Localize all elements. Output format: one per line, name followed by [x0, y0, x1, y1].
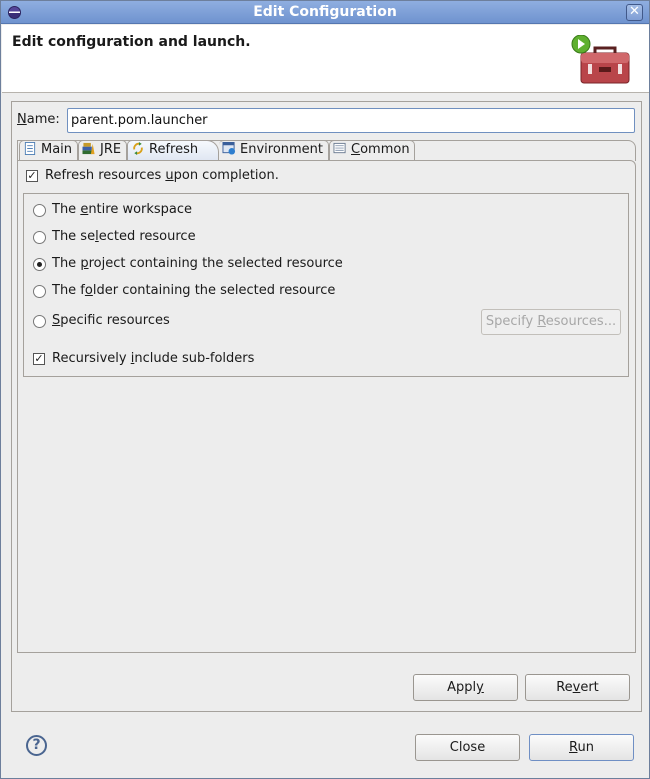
radio-folder-containing-resource[interactable]	[33, 285, 46, 298]
window-title: Edit Configuration	[253, 4, 397, 20]
label-folder-containing-resource[interactable]: The folder containing the selected resou…	[52, 283, 335, 298]
refresh-icon	[133, 142, 143, 155]
dialog-header: Edit configuration and launch.	[2, 25, 649, 93]
edit-configuration-dialog: Edit Configuration ✕ Edit configuration …	[0, 0, 650, 779]
name-input[interactable]	[67, 108, 635, 133]
tab-refresh[interactable]: Refresh	[127, 140, 219, 161]
apply-button[interactable]: Apply	[413, 674, 518, 701]
radio-selected-resource[interactable]	[33, 231, 46, 244]
label-selected-resource[interactable]: The selected resource	[52, 229, 196, 244]
radio-specific-resources[interactable]	[33, 315, 46, 328]
jre-library-icon	[82, 142, 95, 155]
recursive-checkbox[interactable]: ✓	[33, 353, 45, 365]
toolbox-run-icon	[571, 35, 630, 84]
close-button[interactable]: Close	[415, 734, 520, 761]
radio-project-containing-resource[interactable]	[33, 258, 46, 271]
tab-main[interactable]: Main	[19, 140, 78, 160]
refresh-on-completion-label[interactable]: Refresh resources upon completion.	[45, 168, 279, 183]
specify-resources-button[interactable]: Specify Resources...	[481, 309, 621, 335]
main-tab-icon	[24, 142, 36, 155]
recursive-label[interactable]: Recursively include sub-folders	[52, 351, 254, 366]
run-button[interactable]: Run	[529, 734, 634, 761]
common-tab-icon	[333, 142, 346, 154]
help-button[interactable]: ?	[26, 735, 47, 756]
revert-button[interactable]: Revert	[525, 674, 630, 701]
tab-common[interactable]: Common	[329, 140, 415, 160]
label-project-containing-resource[interactable]: The project containing the selected reso…	[52, 256, 343, 271]
help-icon: ?	[32, 737, 41, 753]
name-label: Name:	[17, 112, 60, 127]
environment-icon	[222, 142, 236, 155]
tab-jre[interactable]: JRE	[78, 140, 127, 160]
header-title: Edit configuration and launch.	[12, 34, 251, 50]
title-bar[interactable]: Edit Configuration ✕	[1, 1, 649, 24]
tab-environment[interactable]: Environment	[219, 140, 329, 160]
label-entire-workspace[interactable]: The entire workspace	[52, 202, 192, 217]
label-specific-resources[interactable]: Specific resources	[52, 313, 170, 328]
close-window-button[interactable]: ✕	[626, 4, 643, 21]
refresh-on-completion-checkbox[interactable]: ✓	[26, 170, 38, 182]
close-icon: ✕	[629, 4, 640, 19]
radio-entire-workspace[interactable]	[33, 204, 46, 217]
